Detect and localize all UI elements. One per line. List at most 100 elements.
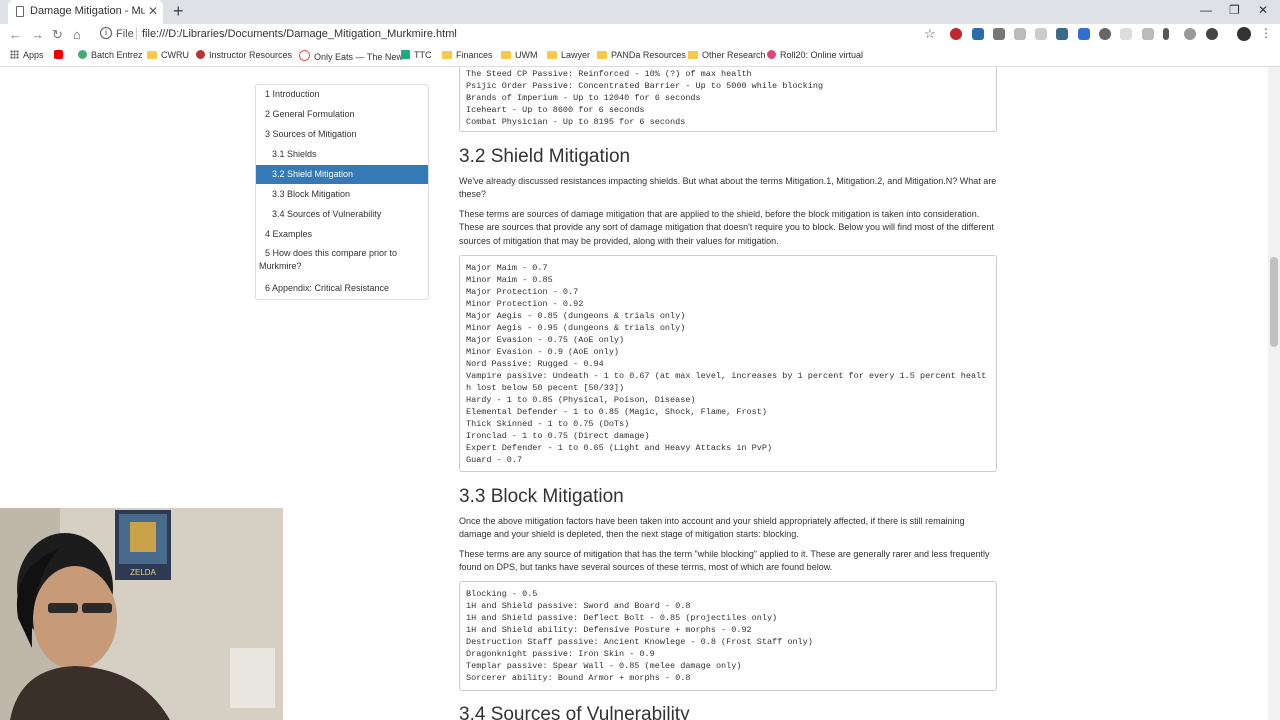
bookmark-instructor-resources[interactable]: Instructor Resources bbox=[196, 50, 292, 60]
bookmark-apps[interactable]: Apps bbox=[10, 50, 44, 60]
toc-item-sources-of-vulnerability[interactable]: 3.4 Sources of Vulnerability bbox=[256, 205, 428, 224]
code-line: Templar passive: Spear Wall - 0.85 (mele… bbox=[466, 661, 742, 671]
code-block-shield-mitigation: Major Maim - 0.7 Minor Maim - 0.85 Major… bbox=[459, 255, 997, 472]
folder-icon bbox=[547, 51, 557, 59]
extension-icon-10[interactable] bbox=[1163, 28, 1169, 40]
extension-icon-1[interactable] bbox=[972, 28, 984, 40]
code-line: Iceheart - Up to 8600 for 6 seconds bbox=[466, 105, 645, 115]
extension-icon-7[interactable] bbox=[1099, 28, 1111, 40]
toc-item-compare-prior[interactable]: 5 How does this compare prior to Murkmir… bbox=[256, 245, 428, 275]
code-line: Blocking - 0.5 bbox=[466, 589, 538, 599]
site-icon bbox=[299, 50, 310, 61]
code-line: Major Protection - 0.7 bbox=[466, 287, 579, 297]
code-line: Hardy - 1 to 0.85 (Physical, Poison, Dis… bbox=[466, 395, 696, 405]
extension-adblock-icon[interactable] bbox=[950, 28, 962, 40]
extension-icon-4[interactable] bbox=[1035, 28, 1047, 40]
section-heading-block-mitigation: 3.3 Block Mitigation bbox=[459, 486, 624, 507]
reload-button[interactable]: ↻ bbox=[52, 27, 63, 43]
info-icon[interactable]: i bbox=[100, 27, 112, 39]
page-scrollbar[interactable] bbox=[1268, 67, 1280, 720]
code-line: Minor Evasion - 0.9 (AoE only) bbox=[466, 347, 620, 357]
new-tab-button[interactable]: + bbox=[173, 1, 184, 22]
code-block-shields: The Steed CP Passive: Reinforced - 10% (… bbox=[459, 67, 997, 132]
tab-strip: Damage Mitigation - Murkmire ✕ + — ❐ ✕ bbox=[0, 0, 1280, 24]
code-line: Guard - 0.7 bbox=[466, 455, 523, 465]
toc-item-examples[interactable]: 4 Examples bbox=[256, 225, 428, 244]
menu-icon[interactable]: ⋮ bbox=[1260, 26, 1272, 40]
site-icon bbox=[196, 50, 205, 59]
toc-item-shield-mitigation[interactable]: 3.2 Shield Mitigation bbox=[256, 165, 428, 184]
code-line: Major Maim - 0.7 bbox=[466, 263, 548, 273]
back-button[interactable]: ← bbox=[9, 27, 22, 42]
code-block-block-mitigation: Blocking - 0.5 1H and Shield passive: Sw… bbox=[459, 581, 997, 691]
code-line: Combat Physician - Up to 8195 for 6 seco… bbox=[466, 117, 686, 127]
url-scheme-label: File bbox=[116, 28, 134, 40]
bookmark-panda-resources[interactable]: PANDa Resources bbox=[597, 50, 686, 60]
bookmark-other-research[interactable]: Other Research bbox=[688, 50, 766, 60]
toc-item-appendix[interactable]: 6 Appendix: Critical Resistance bbox=[256, 279, 428, 298]
extension-icon-5[interactable] bbox=[1056, 28, 1068, 40]
bookmark-roll20[interactable]: Roll20: Online virtual bbox=[767, 50, 863, 60]
extension-icon-3[interactable] bbox=[1014, 28, 1026, 40]
code-line: Vampire passive: Undeath - 1 to 0.67 (at… bbox=[466, 371, 987, 393]
extension-icon-2[interactable] bbox=[993, 28, 1005, 40]
address-bar[interactable]: i File file:///D:/Libraries/Documents/Da… bbox=[92, 25, 942, 44]
code-line: Major Evasion - 0.75 (AoE only) bbox=[466, 335, 625, 345]
folder-icon bbox=[688, 51, 698, 59]
bookmark-ttc[interactable]: TTC bbox=[401, 50, 432, 60]
search-icon[interactable] bbox=[1184, 28, 1196, 40]
toc-item-introduction[interactable]: 1 Introduction bbox=[256, 85, 428, 104]
bookmark-finances[interactable]: Finances bbox=[442, 50, 493, 60]
close-window-button[interactable]: ✕ bbox=[1258, 3, 1268, 17]
document-icon bbox=[16, 6, 24, 17]
url-text[interactable]: file:///D:/Libraries/Documents/Damage_Mi… bbox=[142, 28, 457, 40]
code-line: Thick Skinned - 1 to 0.75 (DoTs) bbox=[466, 419, 630, 429]
paragraph: Once the above mitigation factors have b… bbox=[459, 516, 965, 540]
roll20-icon bbox=[767, 50, 776, 59]
code-line: Minor Aegis - 0.95 (dungeons & trials on… bbox=[466, 323, 686, 333]
folder-icon bbox=[597, 51, 607, 59]
toc-item-sources-of-mitigation[interactable]: 3 Sources of Mitigation bbox=[256, 125, 428, 144]
paragraph: These terms are any source of mitigation… bbox=[459, 549, 990, 573]
bookmark-only-eats[interactable]: Only Eats — The New bbox=[299, 50, 403, 62]
extension-icon-8[interactable] bbox=[1120, 28, 1132, 40]
toc-item-shields[interactable]: 3.1 Shields bbox=[256, 145, 428, 164]
code-line: Destruction Staff passive: Ancient Knowl… bbox=[466, 637, 813, 647]
scrollbar-thumb[interactable] bbox=[1270, 257, 1278, 347]
section-heading-sources-of-vulnerability: 3.4 Sources of Vulnerability bbox=[459, 704, 690, 720]
profile-avatar[interactable] bbox=[1237, 27, 1251, 41]
code-line: Psijic Order Passive: Concentrated Barri… bbox=[466, 81, 824, 91]
code-line: Ironclad - 1 to 0.75 (Direct damage) bbox=[466, 431, 650, 441]
code-line: Major Aegis - 0.85 (dungeons & trials on… bbox=[466, 311, 686, 321]
apps-grid-icon bbox=[10, 50, 19, 59]
toc-item-general-formulation[interactable]: 2 General Formulation bbox=[256, 105, 428, 124]
bookmarks-bar: Apps Batch Entrez CWRU Instructor Resour… bbox=[0, 46, 1280, 67]
bookmark-cwru[interactable]: CWRU bbox=[147, 50, 189, 60]
bookmark-uwm[interactable]: UWM bbox=[501, 50, 538, 60]
site-icon bbox=[401, 50, 410, 59]
folder-icon bbox=[501, 51, 511, 59]
bookmark-star-icon[interactable]: ☆ bbox=[924, 26, 936, 42]
code-line: 1H and Shield ability: Defensive Posture… bbox=[466, 625, 752, 635]
home-button[interactable]: ⌂ bbox=[73, 27, 81, 42]
toc-item-block-mitigation[interactable]: 3.3 Block Mitigation bbox=[256, 185, 428, 204]
youtube-icon bbox=[54, 50, 63, 59]
extension-icon-6[interactable] bbox=[1078, 28, 1090, 40]
minimize-button[interactable]: — bbox=[1200, 3, 1212, 17]
extension-icon-11[interactable] bbox=[1206, 28, 1218, 40]
code-line: 1H and Shield passive: Deflect Bolt - 0.… bbox=[466, 613, 778, 623]
extension-icon-9[interactable] bbox=[1142, 28, 1154, 40]
webcam-image: ZELDA bbox=[0, 508, 283, 720]
close-tab-icon[interactable]: ✕ bbox=[148, 4, 158, 18]
restore-button[interactable]: ❐ bbox=[1229, 3, 1240, 17]
bookmark-lawyer[interactable]: Lawyer bbox=[547, 50, 590, 60]
browser-tab[interactable]: Damage Mitigation - Murkmire ✕ bbox=[8, 0, 163, 24]
section-heading-shield-mitigation: 3.2 Shield Mitigation bbox=[459, 146, 631, 167]
bookmark-youtube[interactable] bbox=[54, 50, 67, 60]
url-divider bbox=[136, 28, 137, 40]
forward-button[interactable]: → bbox=[31, 27, 44, 42]
bookmark-batch-entrez[interactable]: Batch Entrez bbox=[78, 50, 143, 60]
code-line: Dragonknight passive: Iron Skin - 0.9 bbox=[466, 649, 655, 659]
webcam-overlay: ZELDA bbox=[0, 508, 283, 720]
code-line: 1H and Shield passive: Sword and Board -… bbox=[466, 601, 691, 611]
